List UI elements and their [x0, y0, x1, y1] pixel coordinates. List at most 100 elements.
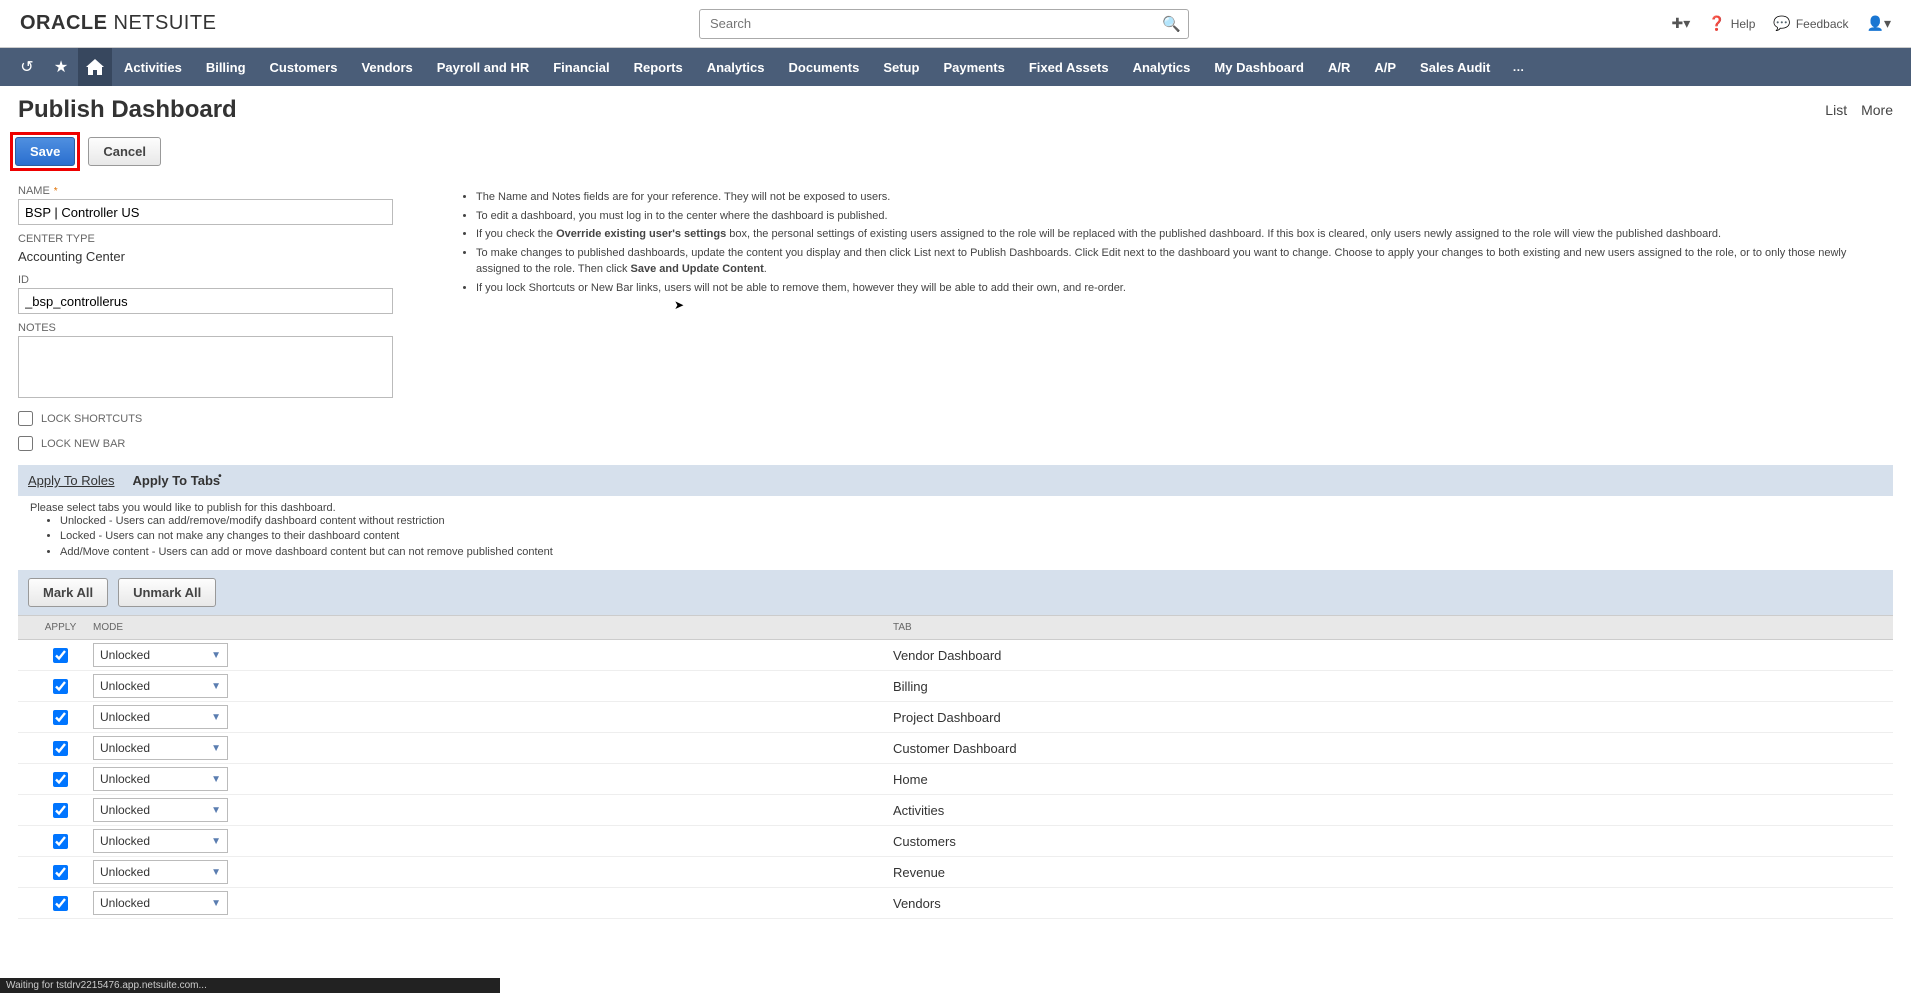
unmark-all-button[interactable]: Unmark All [118, 578, 216, 607]
mode-select[interactable]: Unlocked▼ [93, 860, 228, 884]
mark-row: Mark All Unmark All [18, 570, 1893, 615]
tab-name: Home [893, 772, 1883, 787]
apply-checkbox[interactable] [53, 679, 68, 694]
save-button[interactable]: Save [15, 137, 75, 166]
table-row: Unlocked ▼ Vendors [18, 888, 1893, 919]
nav-a-r[interactable]: A/R [1316, 48, 1362, 86]
table-row: Unlocked▼Customers [18, 826, 1893, 857]
nav-payments[interactable]: Payments [931, 48, 1016, 86]
table-row: Unlocked ▼ Project Dashboard [18, 702, 1893, 733]
col-tab-header: TAB [893, 622, 1883, 633]
mode-select[interactable]: Unlocked▼ [93, 767, 228, 791]
form-left: NAME* CENTER TYPE Accounting Center ID N… [18, 185, 418, 451]
mode-value: Unlocked [100, 865, 150, 879]
form-area: NAME* CENTER TYPE Accounting Center ID N… [0, 185, 1911, 451]
mode-value: Unlocked [100, 772, 150, 786]
notes-input[interactable] [18, 336, 393, 398]
table-row: Unlocked▼ Home [18, 764, 1893, 795]
name-input[interactable] [18, 199, 393, 225]
nav-sales-audit[interactable]: Sales Audit [1408, 48, 1502, 86]
id-field: ID [18, 274, 418, 314]
nav-a-p[interactable]: A/P [1362, 48, 1408, 86]
lock-shortcuts-checkbox[interactable] [18, 411, 33, 426]
page-more-link[interactable]: More [1861, 102, 1893, 118]
apply-checkbox[interactable] [53, 803, 68, 818]
tab-name: Activities [893, 803, 1883, 818]
chevron-down-icon: ▼ [211, 712, 221, 723]
search-box: 🔍 [699, 9, 1189, 39]
id-label: ID [18, 274, 418, 286]
mode-select[interactable]: Unlocked ▼ [93, 674, 228, 698]
nav-analytics[interactable]: Analytics [695, 48, 777, 86]
recent-icon[interactable]: ↺ [10, 48, 44, 86]
tab-apply-tabs[interactable]: Apply To Tabs• [132, 473, 223, 488]
mode-select[interactable]: Unlocked▼ [93, 798, 228, 822]
col-apply-header: APPLY [28, 622, 93, 633]
apply-checkbox[interactable] [53, 772, 68, 787]
user-menu-icon[interactable]: 👤▾ [1867, 15, 1891, 32]
apply-checkbox[interactable] [53, 896, 68, 911]
help-link[interactable]: ❓Help [1708, 15, 1755, 32]
apply-checkbox[interactable] [53, 865, 68, 880]
nav-billing[interactable]: Billing [194, 48, 258, 86]
info-item: The Name and Notes fields are for your r… [476, 189, 1893, 206]
lock-newbar-checkbox[interactable] [18, 436, 33, 451]
mode-select[interactable]: Unlocked ▼ [93, 705, 228, 729]
chevron-down-icon: ▼ [211, 681, 221, 692]
nav-payroll-and-hr[interactable]: Payroll and HR [425, 48, 541, 86]
nav-setup[interactable]: Setup [871, 48, 931, 86]
info-item: To make changes to published dashboards,… [476, 245, 1893, 278]
tab-name: Vendors [893, 896, 1883, 911]
table-body: Unlocked▼Vendor DashboardUnlocked▼Billin… [18, 640, 1893, 919]
lock-shortcuts-row: LOCK SHORTCUTS [18, 411, 418, 426]
nav-customers[interactable]: Customers [258, 48, 350, 86]
nav-analytics[interactable]: Analytics [1121, 48, 1203, 86]
create-new-icon[interactable]: ✚▾ [1672, 15, 1691, 32]
mode-value: Unlocked [100, 741, 150, 755]
nav-more[interactable]: … [1502, 60, 1534, 74]
home-icon[interactable] [78, 48, 112, 86]
nav-reports[interactable]: Reports [622, 48, 695, 86]
apply-checkbox[interactable] [53, 648, 68, 663]
info-item: To edit a dashboard, you must log in to … [476, 208, 1893, 225]
search-input[interactable] [699, 9, 1189, 39]
tab-apply-roles[interactable]: Apply To Roles [28, 473, 114, 488]
mode-value: Unlocked [100, 710, 150, 724]
chevron-down-icon: ▼ [211, 898, 221, 909]
apply-checkbox[interactable] [53, 710, 68, 725]
nav-fixed-assets[interactable]: Fixed Assets [1017, 48, 1121, 86]
nav-my-dashboard[interactable]: My Dashboard [1202, 48, 1316, 86]
mode-value: Unlocked [100, 679, 150, 693]
info-item: If you lock Shortcuts or New Bar links, … [476, 280, 1893, 297]
apply-checkbox[interactable] [53, 741, 68, 756]
nav-financial[interactable]: Financial [541, 48, 621, 86]
navbar: ↺ ★ ActivitiesBillingCustomersVendorsPay… [0, 48, 1911, 86]
apply-checkbox[interactable] [53, 834, 68, 849]
logo: ORACLE NETSUITE [20, 12, 216, 35]
mode-select[interactable]: Unlocked▼ [93, 736, 228, 760]
id-input[interactable] [18, 288, 393, 314]
mode-value: Unlocked [100, 896, 150, 910]
feedback-link[interactable]: 💬Feedback [1773, 15, 1848, 32]
mode-select[interactable]: Unlocked▼ [93, 643, 228, 667]
mode-select[interactable]: Unlocked ▼ [93, 891, 228, 915]
nav-documents[interactable]: Documents [777, 48, 872, 86]
required-star: * [54, 186, 58, 197]
mode-select[interactable]: Unlocked▼ [93, 829, 228, 853]
lock-newbar-row: LOCK NEW BAR [18, 436, 418, 451]
form-right: The Name and Notes fields are for your r… [458, 185, 1893, 451]
nav-vendors[interactable]: Vendors [349, 48, 424, 86]
favorites-icon[interactable]: ★ [44, 48, 78, 86]
mark-all-button[interactable]: Mark All [28, 578, 108, 607]
nav-activities[interactable]: Activities [112, 48, 194, 86]
chevron-down-icon: ▼ [211, 650, 221, 661]
topbar: ORACLE NETSUITE 🔍 ✚▾ ❓Help 💬Feedback 👤▾ [0, 0, 1911, 48]
page-list-link[interactable]: List [1825, 102, 1847, 118]
tab-description: Please select tabs you would like to pub… [18, 496, 1893, 570]
tab-name: Project Dashboard [893, 710, 1883, 725]
info-list: The Name and Notes fields are for your r… [458, 189, 1893, 296]
action-bar: Save Cancel [0, 124, 1911, 185]
search-icon[interactable]: 🔍 [1162, 15, 1181, 33]
cancel-button[interactable]: Cancel [88, 137, 161, 166]
table-header: APPLY MODE TAB [18, 615, 1893, 640]
